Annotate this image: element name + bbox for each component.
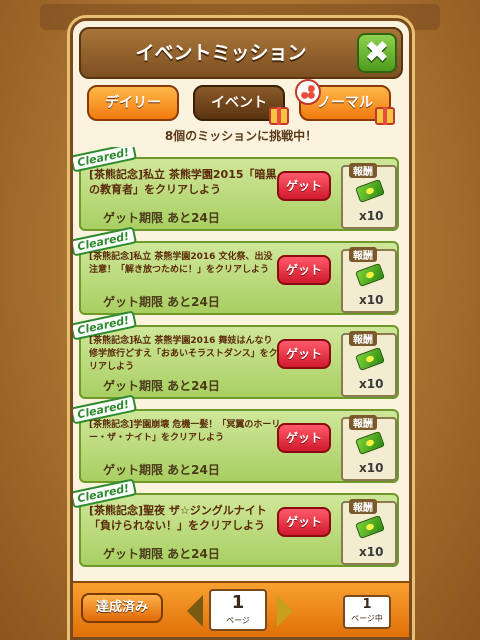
mission-deadline: ゲット期限 あと24日 [103,211,220,225]
reward-quantity: x10 [359,377,384,391]
reward-box: 報酬 x10 [341,247,397,313]
tab-daily[interactable]: デイリー [87,85,179,121]
mission-deadline: ゲット期限 あと24日 [103,547,220,561]
current-page: 1 ページ [209,589,267,631]
mission-card: Cleared! [茶熊記念]聖夜 ザ☆ジングルナイト「負けられない！」をクリア… [73,478,399,567]
event-mission-dialog: イベントミッション ✖ デイリー イベント ノーマル 8個のミッションに挑戦中！… [70,18,412,640]
mission-list[interactable]: Cleared! [茶熊記念]私立 茶熊学園2015「暗黒の教育者」をクリアしよ… [73,147,409,577]
reward-label: 報酬 [349,163,377,178]
achieved-button[interactable]: 達成済み [81,593,163,623]
reward-quantity: x10 [359,209,384,223]
reward-label: 報酬 [349,499,377,514]
mission-title: [茶熊記念]私立 茶熊学園2016 文化祭、出没注意！「解き放つために！」をクリ… [89,252,273,275]
reward-quantity: x10 [359,461,384,475]
get-button[interactable]: ゲット [277,255,331,285]
mission-card: Cleared! [茶熊記念]私立 茶熊学園2016 文化祭、出没注意！「解き放… [73,226,399,315]
title-bar: イベントミッション ✖ [79,27,403,79]
get-button[interactable]: ゲット [277,171,331,201]
mission-card: Cleared! [茶熊記念]私立 茶熊学園2015「暗黒の教育者」をクリアしよ… [73,147,399,231]
mission-title: [茶熊記念]聖夜 ザ☆ジングルナイト「負けられない！」をクリアしよう [89,504,267,532]
pagination-footer: 達成済み 1 ページ 1 ページ中 [73,581,409,637]
mission-card: Cleared! [茶熊記念]私立 茶熊学園2016 舞妓はんなり修学旅行どすえ… [73,310,399,399]
total-pages: 1 ページ中 [343,595,391,629]
reward-box: 報酬 x10 [341,415,397,481]
ticket-icon [355,263,385,287]
prev-page-arrow-icon[interactable] [187,595,203,627]
total-unit: ページ中 [351,614,383,623]
mission-deadline: ゲット期限 あと24日 [103,379,220,393]
mission-deadline: ゲット期限 あと24日 [103,463,220,477]
ticket-icon [355,515,385,539]
next-page-arrow-icon[interactable] [277,595,293,627]
get-button[interactable]: ゲット [277,339,331,369]
page-unit: ページ [226,616,250,625]
mission-card: Cleared! [茶熊記念]学園崩壊 危機一髪！「冥翼のホーリー・ザ・ナイト」… [73,394,399,483]
close-button[interactable]: ✖ [357,33,397,73]
reward-box: 報酬 x10 [341,331,397,397]
reward-label: 報酬 [349,415,377,430]
get-button[interactable]: ゲット [277,507,331,537]
reward-quantity: x10 [359,293,384,307]
gift-icon [375,107,395,125]
reward-label: 報酬 [349,331,377,346]
mission-title: [茶熊記念]私立 茶熊学園2016 舞妓はんなり修学旅行どすえ「おあいそラストダ… [89,336,278,372]
ticket-icon [355,431,385,455]
get-button[interactable]: ゲット [277,423,331,453]
dialog-title: イベントミッション [135,42,307,64]
challenge-count: 8個のミッションに挑戦中！ [164,129,318,143]
reward-box: 報酬 x10 [341,499,397,565]
reward-box: 報酬 x10 [341,163,397,229]
reward-quantity: x10 [359,545,384,559]
ticket-icon [355,179,385,203]
mission-deadline: ゲット期限 あと24日 [103,295,220,309]
mission-title: [茶熊記念]学園崩壊 危機一髪！「冥翼のホーリー・ザ・ナイト」をクリアしよう [89,420,281,443]
dots-icon [295,79,321,105]
mission-title: [茶熊記念]私立 茶熊学園2015「暗黒の教育者」をクリアしよう [89,168,277,196]
total-number: 1 [362,597,372,612]
ticket-icon [355,347,385,371]
reward-label: 報酬 [349,247,377,262]
gift-icon [269,107,289,125]
page-number: 1 [231,592,245,613]
